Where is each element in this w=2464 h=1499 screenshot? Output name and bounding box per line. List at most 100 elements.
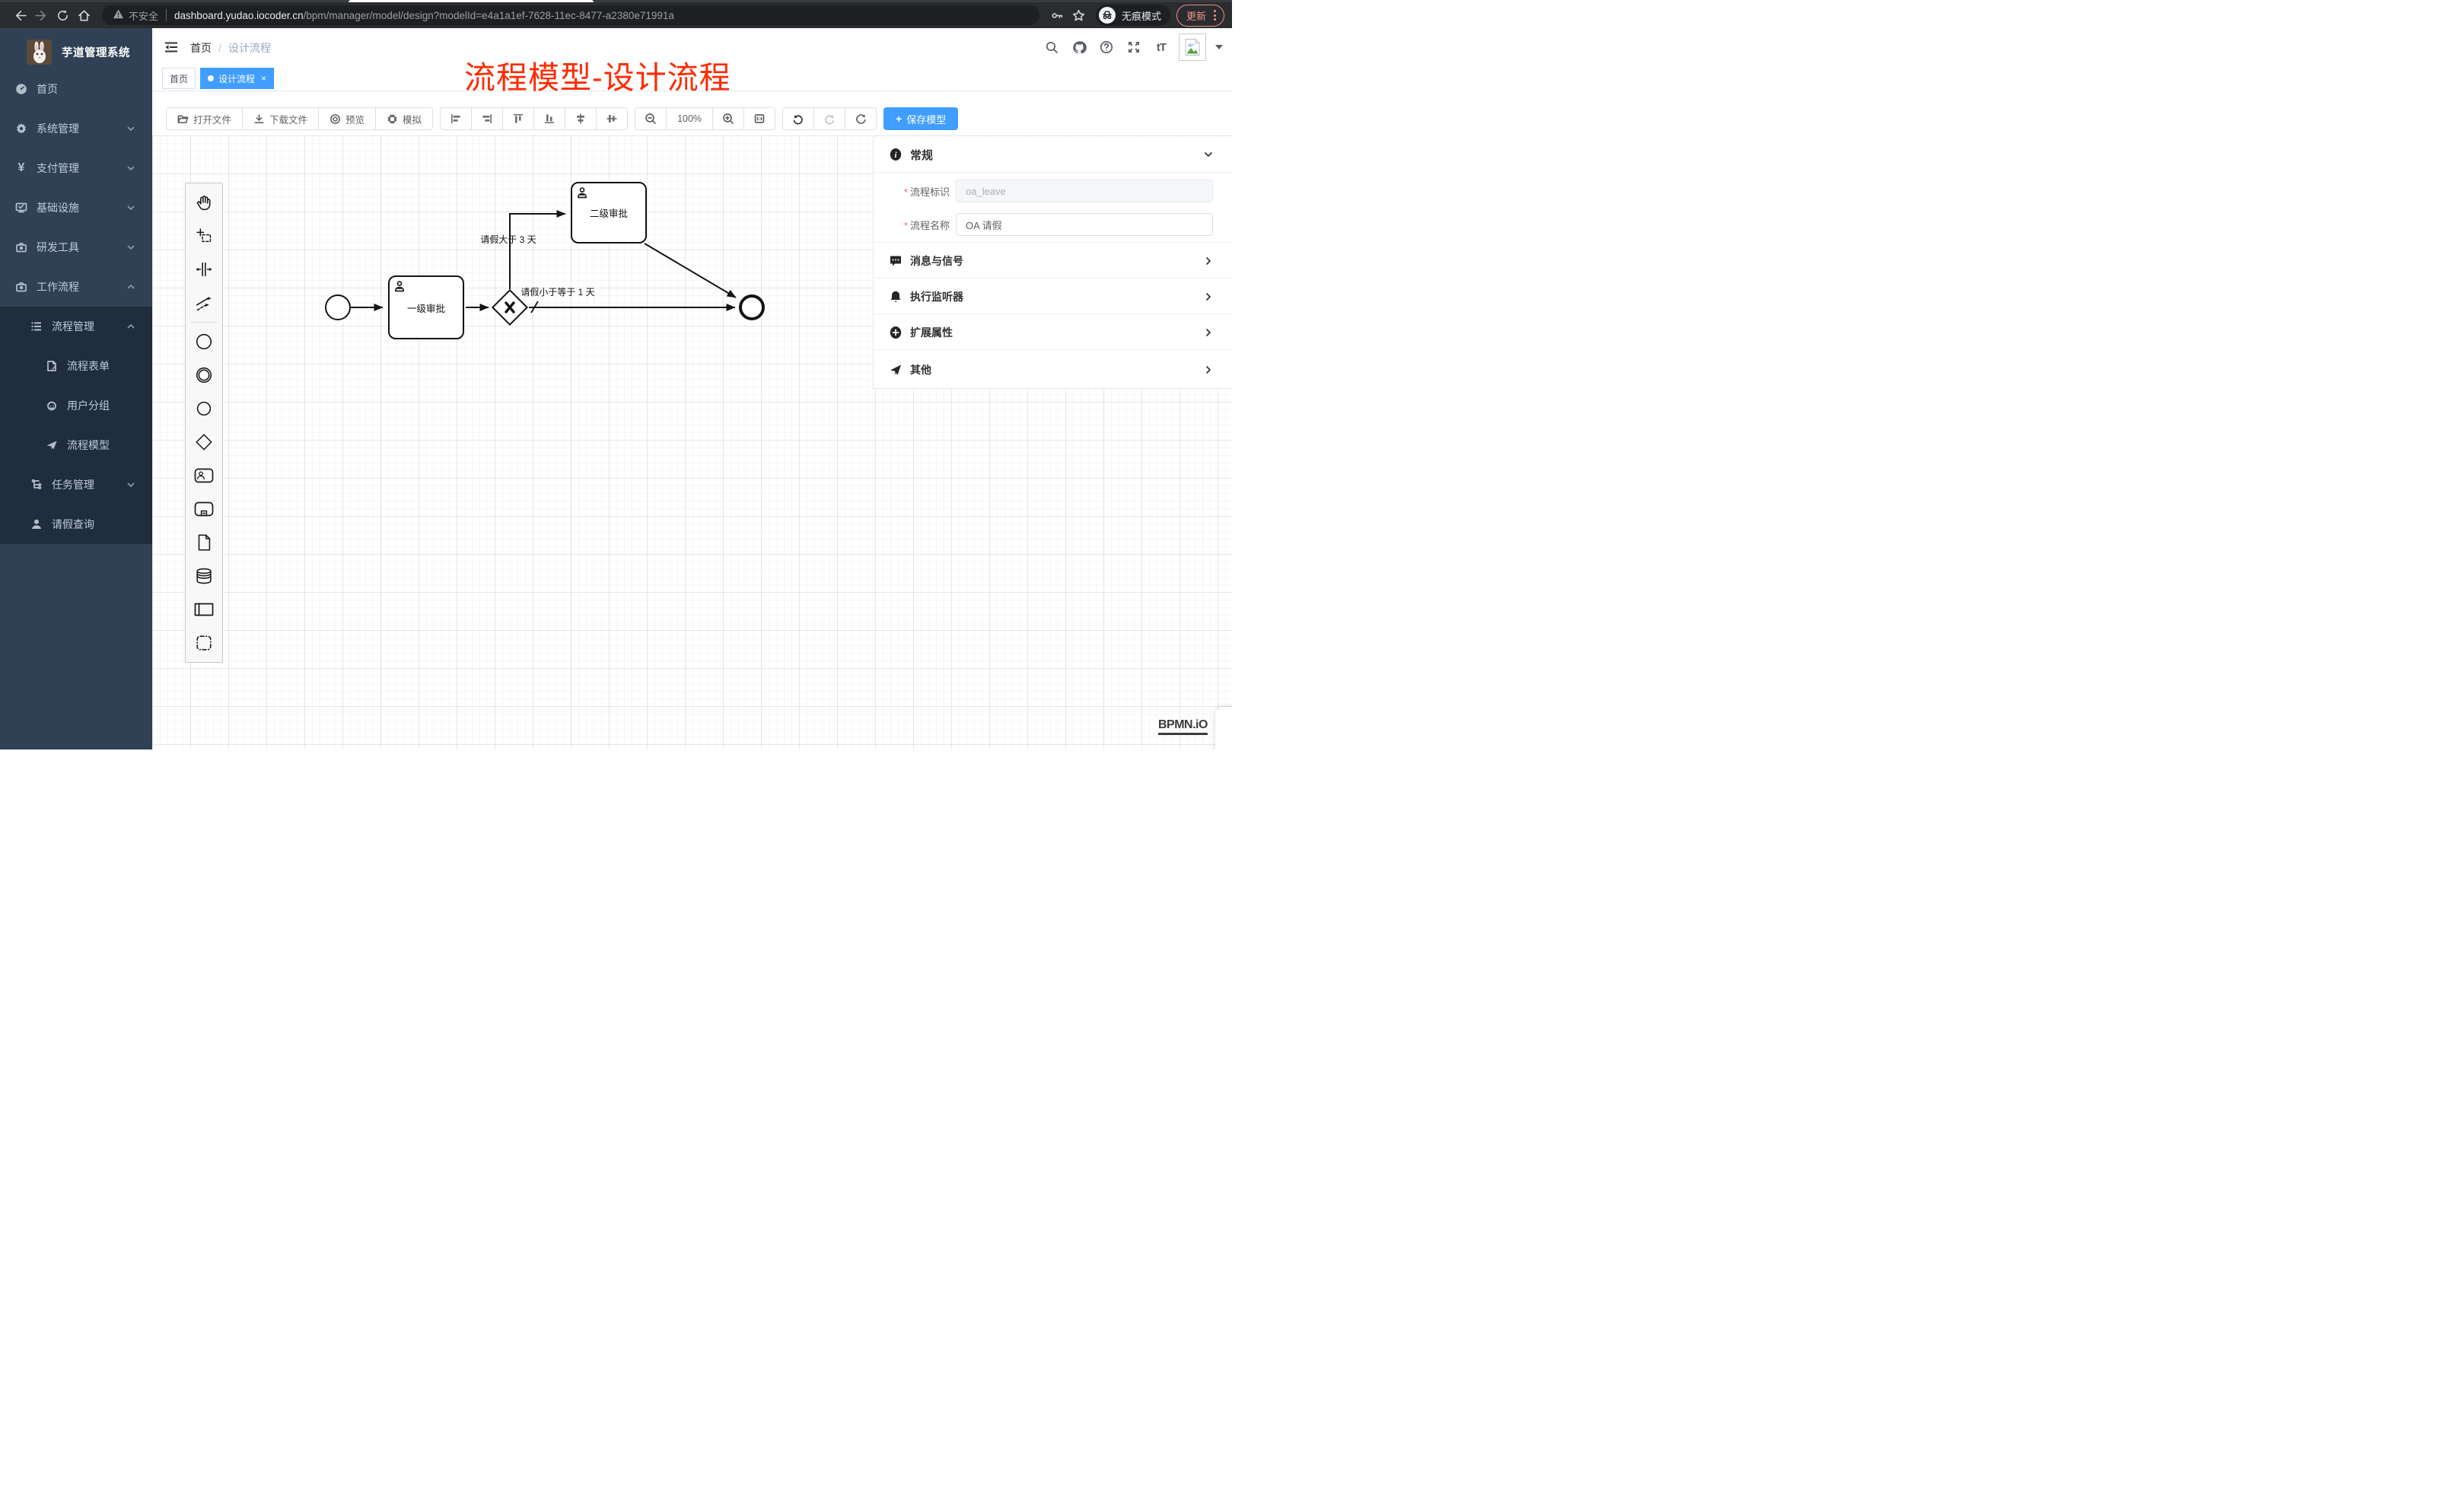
bpmn-canvas[interactable]: 一级审批 二级审批 请假大于 3 天 请假小于等于 1 天 BPMN.iO i … [152, 135, 1232, 750]
sidebar-item-devtools[interactable]: 研发工具 [0, 228, 152, 267]
intermediate-event-shape[interactable] [186, 358, 222, 392]
user-icon [30, 518, 43, 530]
font-size-icon[interactable]: tT [1151, 37, 1171, 57]
security-label[interactable]: 不安全 [129, 8, 158, 23]
flow-label-lte1[interactable]: 请假小于等于 1 天 [505, 285, 611, 298]
lasso-tool-icon[interactable] [186, 219, 222, 253]
org-icon [30, 479, 43, 491]
end-event-shape[interactable] [186, 392, 222, 425]
browser-reload-icon[interactable] [52, 5, 73, 26]
panel-section-execution-listener[interactable]: 执行监听器 [874, 278, 1232, 314]
align-right-icon[interactable] [471, 107, 503, 130]
sidebar-item-label: 系统管理 [37, 121, 79, 136]
hand-tool-icon[interactable] [186, 186, 222, 219]
process-name-input[interactable] [956, 213, 1213, 236]
process-key-input[interactable] [956, 180, 1213, 202]
end-event[interactable] [739, 294, 765, 320]
sidebar-item-home[interactable]: 首页 [0, 69, 152, 109]
panel-section-title: 扩展属性 [910, 325, 953, 340]
github-icon[interactable] [1069, 37, 1089, 57]
help-icon[interactable] [1097, 37, 1116, 57]
form-icon [46, 360, 58, 372]
tag-design-process[interactable]: 设计流程 × [200, 68, 274, 89]
sidebar-item-process-model[interactable]: 流程模型 [0, 425, 152, 465]
save-model-button[interactable]: +保存模型 [883, 107, 958, 130]
space-tool-icon[interactable] [186, 253, 222, 286]
warning-icon[interactable] [113, 8, 124, 22]
panel-section-other[interactable]: 其他 [874, 349, 1232, 389]
sidebar-item-label: 流程管理 [52, 319, 94, 334]
zoom-reset-icon[interactable] [743, 107, 775, 130]
avatar[interactable] [1179, 33, 1206, 61]
flow-label-gt3[interactable]: 请假大于 3 天 [463, 233, 554, 246]
sidebar-item-process-form[interactable]: 流程表单 [0, 346, 152, 386]
browser-forward-icon[interactable] [30, 5, 52, 26]
zoom-level[interactable]: 100% [666, 107, 713, 130]
zoom-out-icon[interactable] [635, 107, 667, 130]
align-top-icon[interactable] [502, 107, 534, 130]
sidebar-item-label: 工作流程 [37, 279, 79, 294]
data-store-shape[interactable] [186, 559, 222, 593]
preview-button[interactable]: 预览 [318, 107, 376, 130]
pool-shape[interactable] [186, 593, 222, 626]
align-bottom-icon[interactable] [533, 107, 565, 130]
tag-home[interactable]: 首页 [162, 68, 196, 89]
fullscreen-icon[interactable] [1124, 37, 1144, 57]
sidebar-fold-icon[interactable] [164, 40, 179, 59]
align-button-group [440, 107, 628, 130]
task-first-approval[interactable]: 一级审批 [388, 275, 464, 339]
sidebar-item-payment[interactable]: ¥ 支付管理 [0, 148, 152, 188]
avatar-caret-icon[interactable] [1215, 45, 1223, 49]
undo-icon[interactable] [782, 107, 814, 130]
restart-icon[interactable] [845, 107, 877, 130]
user-task-shape[interactable] [186, 459, 222, 492]
sidebar-item-label: 首页 [37, 81, 58, 97]
download-file-button[interactable]: 下载文件 [242, 107, 319, 130]
group-shape[interactable] [186, 626, 222, 660]
sidebar-item-infrastructure[interactable]: 基础设施 [0, 188, 152, 228]
chevron-up-icon [126, 322, 135, 331]
gear-icon [15, 123, 27, 135]
bookmark-star-icon[interactable] [1068, 5, 1090, 26]
panel-section-message-signal[interactable]: 消息与信号 [874, 242, 1232, 278]
panel-section-extended-attributes[interactable]: 扩展属性 [874, 313, 1232, 350]
sidebar-item-workflow[interactable]: 工作流程 [0, 267, 152, 307]
redo-icon[interactable] [813, 107, 845, 130]
breadcrumb-home[interactable]: 首页 [190, 40, 212, 56]
start-event[interactable] [325, 294, 351, 320]
sidebar-item-system[interactable]: 系统管理 [0, 109, 152, 148]
sidebar-item-process-management[interactable]: 流程管理 [0, 307, 152, 346]
align-left-icon[interactable] [440, 107, 472, 130]
url-text[interactable]: dashboard.yudao.iocoder.cn/bpm/manager/m… [174, 10, 674, 21]
task-second-approval[interactable]: 二级审批 [571, 182, 647, 243]
app-logo[interactable]: 芋道管理系统 [0, 33, 152, 71]
browser-menu-icon[interactable] [1214, 10, 1216, 21]
search-icon[interactable] [1042, 37, 1062, 57]
align-center-vertical-icon[interactable] [596, 107, 628, 130]
browser-home-icon[interactable] [73, 5, 94, 26]
data-object-shape[interactable] [186, 526, 222, 559]
browser-update-button[interactable]: 更新 [1176, 5, 1224, 27]
simulate-button[interactable]: 模拟 [375, 107, 433, 130]
close-icon[interactable]: × [261, 73, 266, 84]
sidebar-item-leave-query[interactable]: 请假查询 [0, 504, 152, 544]
address-bar[interactable]: 不安全 dashboard.yudao.iocoder.cn/bpm/manag… [102, 5, 1039, 25]
bpmn-io-logo[interactable]: BPMN.iO [1158, 718, 1208, 735]
browser-back-icon[interactable] [9, 5, 30, 26]
yen-icon: ¥ [15, 162, 27, 174]
sidebar-item-task-management[interactable]: 任务管理 [0, 465, 152, 504]
key-icon[interactable] [1047, 5, 1068, 26]
zoom-in-icon[interactable] [712, 107, 744, 130]
browser-chrome: 不安全 dashboard.yudao.iocoder.cn/bpm/manag… [0, 0, 1232, 28]
start-event-shape[interactable] [186, 325, 222, 358]
sidebar-item-user-group[interactable]: 用户分组 [0, 386, 152, 425]
connection-tool-icon[interactable] [186, 286, 222, 320]
subprocess-shape[interactable] [186, 492, 222, 526]
open-file-button[interactable]: 打开文件 [166, 107, 243, 130]
dashboard-icon [15, 83, 27, 95]
chevron-down-icon [126, 164, 135, 173]
panel-section-general[interactable]: i 常规 [874, 137, 1232, 173]
gateway-shape[interactable] [186, 425, 222, 459]
align-center-horizontal-icon[interactable] [565, 107, 597, 130]
corner-handle[interactable] [1215, 707, 1232, 750]
